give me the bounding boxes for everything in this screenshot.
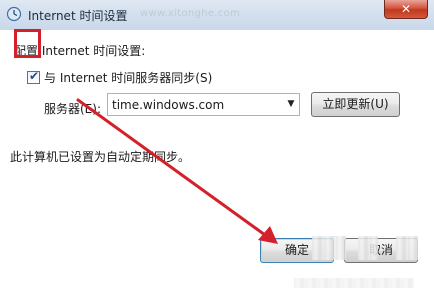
sync-status-text: 此计算机已设置为自动定期同步。	[10, 150, 191, 164]
watermark-text: www.xitonghe.com	[140, 8, 241, 19]
server-value: time.windows.com	[112, 98, 225, 112]
server-combobox[interactable]: time.windows.com ▼	[107, 93, 300, 116]
internet-time-settings-dialog: Internet 时间设置 www.xitonghe.com ✕ 配置 Inte…	[0, 0, 434, 288]
watermark-blur	[396, 236, 418, 260]
watermark-blur	[294, 278, 414, 288]
sync-checkbox-label: 与 Internet 时间服务器同步(S)	[44, 71, 213, 85]
clock-globe-icon	[6, 6, 22, 22]
sync-checkbox[interactable]: ✔	[27, 69, 40, 84]
close-button[interactable]: ✕	[384, 0, 428, 19]
chevron-down-icon[interactable]: ▼	[283, 94, 299, 115]
watermark-blur	[312, 236, 346, 260]
server-label: 服务器(E):	[44, 102, 101, 116]
watermark-blur	[358, 236, 378, 260]
update-now-button[interactable]: 立即更新(U)	[311, 92, 400, 117]
dialog-body: 配置 Internet 时间设置: ✔ 与 Internet 时间服务器同步(S…	[4, 30, 434, 288]
window-title: Internet 时间设置	[28, 9, 128, 23]
title-bar[interactable]: Internet 时间设置 www.xitonghe.com ✕	[0, 0, 434, 30]
checkmark-icon: ✔	[29, 69, 40, 83]
checkbox-highlight-box	[14, 29, 41, 58]
